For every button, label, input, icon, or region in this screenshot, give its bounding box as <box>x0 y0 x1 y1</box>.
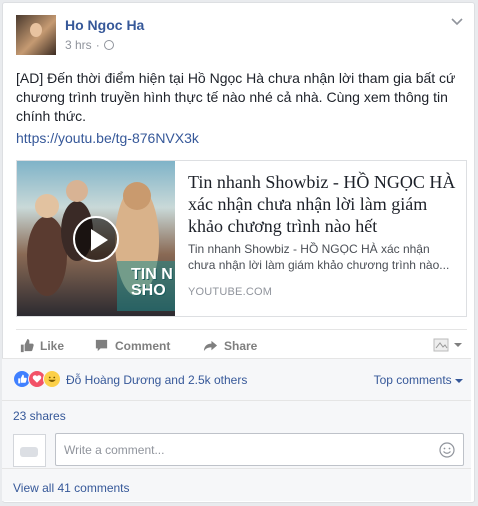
globe-icon <box>103 40 114 50</box>
top-comments-dropdown[interactable]: Top comments <box>374 373 463 387</box>
emoji-icon[interactable] <box>439 442 455 458</box>
shares-bar: 23 shares <box>2 400 471 428</box>
like-label: Like <box>40 338 65 353</box>
comment-input[interactable] <box>56 434 426 465</box>
share-icon <box>203 340 218 352</box>
video-thumbnail[interactable]: TIN N SHO <box>17 161 175 316</box>
link-preview-card[interactable]: TIN N SHO Tin nhanh Showbiz - HỒ NGỌC HÀ… <box>16 160 467 317</box>
comment-button[interactable]: Comment <box>94 338 170 353</box>
post-link[interactable]: https://youtu.be/tg-876NVX3k <box>16 130 199 146</box>
shares-count[interactable]: 23 shares <box>13 409 66 423</box>
comment-composer <box>2 428 471 468</box>
action-bar: Like Comment Share <box>16 329 467 359</box>
author-name[interactable]: Ho Ngoc Ha <box>65 17 144 33</box>
thumbnail-text: TIN N SHO <box>131 266 173 299</box>
share-button[interactable]: Share <box>203 338 257 353</box>
view-all-comments-bar: View all 41 comments <box>2 468 471 501</box>
like-button[interactable]: Like <box>19 338 64 353</box>
page-avatar-icon <box>433 338 449 352</box>
reactions-bar: Đỗ Hoàng Dương and 2.5k others Top comme… <box>2 358 471 400</box>
post-meta: 3 hrs · <box>65 38 114 52</box>
card-description: Tin nhanh Showbiz - HỒ NGỌC HÀ xác nhận … <box>188 242 450 272</box>
haha-reaction-icon[interactable] <box>43 370 61 388</box>
comment-label: Comment <box>115 338 171 353</box>
card-title[interactable]: Tin nhanh Showbiz - HỒ NGỌC HÀ xác nhận … <box>188 171 460 237</box>
play-button[interactable] <box>73 216 119 262</box>
top-comments-label: Top comments <box>373 373 452 387</box>
thumbs-up-icon <box>20 338 34 353</box>
post-time[interactable]: 3 hrs <box>65 38 92 52</box>
caret-down-icon <box>454 343 462 347</box>
card-domain: YOUTUBE.COM <box>188 286 273 298</box>
view-all-comments-link[interactable]: View all 41 comments <box>13 481 130 495</box>
post-text: [AD] Đến thời điểm hiện tại Hồ Ngọc Hà c… <box>16 70 456 124</box>
chevron-down-icon[interactable] <box>450 17 464 27</box>
reaction-audience-selector[interactable] <box>433 338 463 352</box>
caret-down-icon <box>455 379 463 383</box>
play-icon <box>91 229 108 251</box>
reactions-summary[interactable]: Đỗ Hoàng Dương and 2.5k others <box>66 373 247 387</box>
author-avatar[interactable] <box>16 15 56 55</box>
comment-input-wrapper[interactable] <box>55 433 464 466</box>
share-label: Share <box>224 338 258 353</box>
commenter-avatar <box>13 434 46 467</box>
comment-icon <box>95 339 108 352</box>
post-header: Ho Ngoc Ha 3 hrs · <box>16 15 464 57</box>
